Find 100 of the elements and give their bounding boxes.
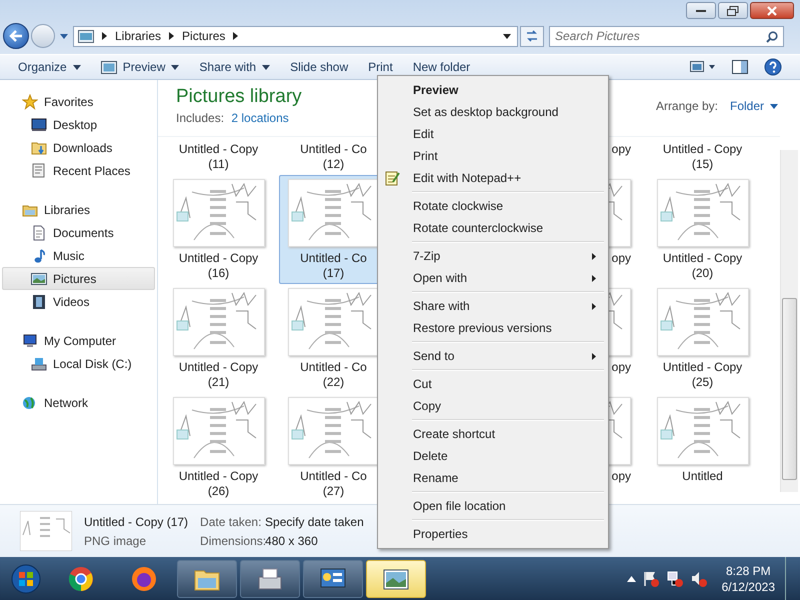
file-name: opy — [612, 469, 631, 484]
file-name: Untitled - Copy — [178, 251, 258, 266]
file-item[interactable]: Untitled - Copy (15) — [646, 137, 758, 175]
desktop-icon — [31, 116, 47, 132]
sidebar-label: Recent Places — [53, 164, 130, 178]
sidebar-item[interactable]: Recent Places — [2, 159, 155, 182]
file-item[interactable]: opy — [610, 137, 632, 160]
back-arrow-icon — [9, 30, 23, 42]
file-item[interactable]: Untitled - Copy (11) — [162, 137, 274, 175]
menu-item[interactable]: Properties — [380, 523, 606, 545]
search-field[interactable]: Search Pictures — [549, 26, 784, 46]
sidebar-label: Local Disk (C:) — [53, 356, 132, 370]
file-name: Untitled - Copy — [662, 360, 742, 375]
file-item[interactable]: Untitled - Copy (26) — [162, 393, 274, 502]
taskbar-button[interactable] — [177, 560, 237, 598]
sidebar-item[interactable]: Documents — [2, 221, 155, 244]
property-value: Specify date taken — [265, 514, 364, 528]
breadcrumb[interactable]: Pictures — [182, 29, 226, 43]
toolbar-button[interactable]: Share with — [189, 56, 280, 78]
browser-icon — [66, 564, 96, 592]
file-type: PNG image — [84, 534, 148, 548]
file-number: (25) — [692, 375, 714, 390]
file-number: (22) — [322, 375, 344, 390]
taskbar-button[interactable] — [366, 560, 426, 598]
sidebar-item[interactable]: My Computer — [2, 329, 155, 352]
chevron-icon[interactable] — [233, 32, 238, 40]
speaker-icon[interactable] — [690, 570, 708, 588]
file-item[interactable]: Untitled - Copy (21) — [162, 284, 274, 393]
locations-link[interactable]: 2 locations — [231, 111, 289, 125]
refresh-button[interactable] — [520, 26, 544, 46]
toolbar-button[interactable]: Preview — [90, 56, 190, 78]
breadcrumb[interactable]: Libraries — [115, 29, 162, 43]
toolbar-button[interactable]: Organize — [8, 56, 91, 78]
clock-date[interactable]: 6/12/2023 — [722, 580, 775, 594]
file-item[interactable]: Untitled - Copy (25) — [646, 284, 758, 393]
sidebar-label: Favorites — [44, 94, 94, 108]
file-number: (27) — [322, 484, 344, 499]
menu-item[interactable]: Edit — [380, 123, 606, 145]
flag-icon[interactable] — [642, 570, 660, 588]
sidebar-label: My Computer — [44, 334, 116, 348]
taskbar-button[interactable] — [303, 560, 363, 598]
file-name: Untitled - Copy — [178, 360, 258, 375]
menu-item[interactable]: Print — [380, 145, 606, 167]
toolbar-button[interactable]: New folder — [402, 56, 480, 78]
picture-frame-icon — [100, 60, 117, 74]
arrange-dropdown[interactable]: Folder — [730, 99, 778, 113]
property-label: Date taken: — [200, 514, 262, 528]
menu-item[interactable]: Set as desktop background — [380, 101, 606, 123]
back-button[interactable] — [3, 23, 29, 49]
caret-icon — [770, 104, 778, 108]
sidebar-item[interactable]: Pictures — [2, 267, 155, 290]
sidebar-item[interactable]: Local Disk (C:) — [2, 352, 155, 375]
minimize-button[interactable] — [686, 2, 716, 19]
sidebar-item[interactable]: Network — [2, 391, 155, 414]
file-item[interactable]: Untitled - Copy (16) — [162, 175, 274, 284]
file-number: (20) — [692, 266, 714, 281]
caret-icon[interactable] — [503, 34, 511, 38]
sidebar-item[interactable]: Desktop — [2, 113, 155, 136]
file-name: opy — [612, 142, 631, 157]
refresh-icon — [525, 30, 539, 42]
file-name: Untitled - Co — [300, 142, 367, 157]
scrollbar[interactable] — [780, 150, 798, 492]
sidebar-item[interactable]: Downloads — [2, 136, 155, 159]
submenu-arrow-icon — [592, 302, 596, 310]
address-bar[interactable]: Libraries Pictures — [73, 26, 518, 46]
property-value: 480 x 360 — [265, 534, 318, 548]
file-item[interactable]: Untitled — [646, 393, 758, 487]
network-icon[interactable] — [666, 570, 684, 588]
sidebar-item[interactable]: Music — [2, 244, 155, 267]
submenu-arrow-icon — [592, 274, 596, 282]
taskbar-button[interactable] — [240, 560, 300, 598]
show-hidden-icons-button[interactable] — [626, 576, 636, 582]
menu-item[interactable]: Preview — [380, 79, 606, 101]
sidebar-label: Documents — [53, 226, 114, 240]
toolbar-button[interactable]: Slide show — [280, 56, 358, 78]
file-number: (16) — [208, 266, 230, 281]
restore-icon — [727, 6, 739, 16]
restore-button[interactable] — [718, 2, 748, 19]
document-icon — [31, 224, 47, 240]
sidebar-item[interactable]: Videos — [2, 290, 155, 313]
sidebar-label: Videos — [53, 294, 90, 308]
includes-label: Includes: — [176, 111, 224, 125]
chevron-icon[interactable] — [169, 32, 174, 40]
close-button[interactable] — [750, 2, 794, 19]
file-name: Untitled — [682, 469, 723, 484]
chevron-icon[interactable] — [102, 32, 107, 40]
sidebar-label: Desktop — [53, 118, 98, 132]
windows-logo-icon — [11, 564, 41, 594]
folder-icon — [31, 140, 47, 156]
sidebar-item[interactable]: Libraries — [2, 198, 155, 221]
file-name: Untitled - Co — [300, 360, 367, 375]
toolbar-button[interactable]: Print — [358, 56, 403, 78]
clock-time[interactable]: 8:28 PM — [726, 564, 771, 578]
caret-icon — [72, 64, 81, 70]
arrange-label: Arrange by: — [656, 99, 718, 113]
scrollbar-thumb[interactable] — [782, 298, 797, 480]
library-title: Pictures library — [176, 86, 302, 108]
file-number: (15) — [692, 157, 714, 172]
sidebar-item[interactable]: Favorites — [2, 90, 155, 113]
file-item[interactable]: Untitled - Copy (20) — [646, 175, 758, 284]
